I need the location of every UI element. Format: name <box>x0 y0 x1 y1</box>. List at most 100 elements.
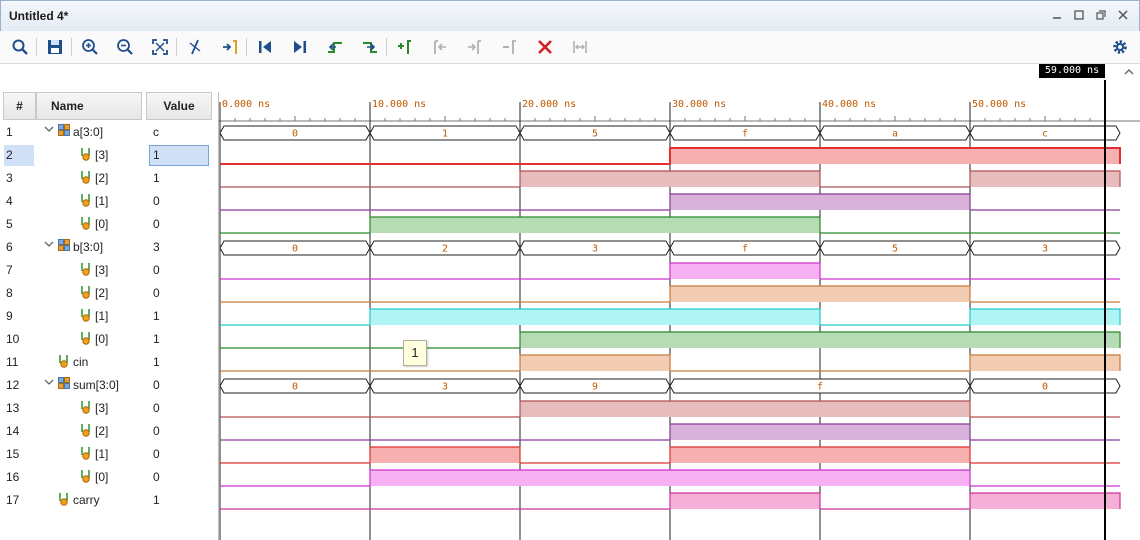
row-number: 5 <box>6 217 13 231</box>
signal-row[interactable]: 8 [2] 0 <box>0 282 218 305</box>
signal-row[interactable]: 5 [0] 0 <box>0 213 218 236</box>
signal-icon <box>80 308 92 325</box>
close-icon[interactable] <box>1115 7 1131 23</box>
cursor-time-label[interactable]: 59.000 ns <box>1039 64 1105 78</box>
signal-row[interactable]: 14 [2] 0 <box>0 420 218 443</box>
row-number: 16 <box>6 470 20 484</box>
go-to-start-icon[interactable] <box>254 36 276 58</box>
signal-high-fill <box>970 171 1120 187</box>
zoom-fit-icon[interactable] <box>149 36 171 58</box>
bus-value-label: 3 <box>442 382 448 393</box>
timeline-tick-label: 0.000 ns <box>222 99 270 110</box>
signal-name: [3] <box>95 401 109 415</box>
signal-high-fill <box>670 194 970 210</box>
signal-name: [2] <box>95 286 109 300</box>
row-number: 12 <box>6 378 20 392</box>
next-transition-icon[interactable] <box>359 36 381 58</box>
signal-row[interactable]: 16 [0] 0 <box>0 466 218 489</box>
value-tooltip: 1 <box>403 340 427 366</box>
bus-value-label: 0 <box>292 244 298 255</box>
chevron-down-icon[interactable] <box>44 239 54 252</box>
previous-transition-icon[interactable] <box>324 36 346 58</box>
signal-row[interactable]: 6 b[3:0] 3 <box>0 236 218 259</box>
go-to-cursor-icon[interactable] <box>184 36 206 58</box>
signal-name: [3] <box>95 148 109 162</box>
settings-icon[interactable] <box>1109 36 1131 58</box>
signal-name: [2] <box>95 171 109 185</box>
zoom-out-icon[interactable] <box>114 36 136 58</box>
waveform-view[interactable]: 0.000 ns 10.000 ns 20.000 ns 30.000 ns 40.00… <box>219 62 1140 540</box>
bus-value-label: 9 <box>592 382 598 393</box>
signal-value: 1 <box>153 309 160 323</box>
timeline-tick-label: 50.000 ns <box>972 99 1026 110</box>
signal-icon <box>80 262 92 279</box>
signal-row[interactable]: 13 [3] 0 <box>0 397 218 420</box>
go-to-end-icon[interactable] <box>289 36 311 58</box>
delete-icon[interactable] <box>534 36 556 58</box>
signal-row[interactable]: 11 cin 1 <box>0 351 218 374</box>
column-header-num[interactable]: # <box>3 92 36 120</box>
signal-high-fill <box>520 401 970 417</box>
signal-high-fill <box>670 447 970 463</box>
row-number: 15 <box>6 447 20 461</box>
signal-waveform <box>220 423 1120 441</box>
add-marker-icon[interactable] <box>394 36 416 58</box>
signal-name: [1] <box>95 309 109 323</box>
signal-row[interactable]: 17 carry 1 <box>0 489 218 512</box>
chevron-down-icon[interactable] <box>44 377 54 390</box>
signal-value: 0 <box>153 447 160 461</box>
signal-waveform <box>220 285 1120 303</box>
signal-row[interactable]: 7 [3] 0 <box>0 259 218 282</box>
signal-icon <box>80 147 92 164</box>
toolbar-separator <box>36 38 37 56</box>
toolbar-separator <box>246 38 247 56</box>
remove-marker-icon[interactable] <box>499 36 521 58</box>
cursor-marker-icon[interactable] <box>219 36 241 58</box>
column-header-name[interactable]: Name <box>36 92 142 120</box>
maximize-icon[interactable] <box>1071 7 1087 23</box>
bus-value-label: a <box>892 129 898 140</box>
bus-value-label: f <box>817 382 823 393</box>
save-icon[interactable] <box>44 36 66 58</box>
restore-icon[interactable] <box>1093 7 1109 23</box>
signal-waveform <box>220 193 1120 211</box>
bus-value-label: 0 <box>1042 382 1048 393</box>
signal-value: c <box>153 125 159 139</box>
signal-high-fill <box>370 217 820 233</box>
signal-row[interactable]: 3 [2] 1 <box>0 167 218 190</box>
signal-row[interactable]: 9 [1] 1 <box>0 305 218 328</box>
signal-name: carry <box>73 493 100 507</box>
toolbar-separator <box>176 38 177 56</box>
swap-cursors-icon[interactable] <box>569 36 591 58</box>
signal-name: [2] <box>95 424 109 438</box>
row-number: 11 <box>6 355 19 369</box>
signal-name: [1] <box>95 194 109 208</box>
signal-row[interactable]: 2 [3] 1 <box>0 144 218 167</box>
bus-value-label: 1 <box>442 129 448 140</box>
signal-row[interactable]: 15 [1] 0 <box>0 443 218 466</box>
toolbar <box>0 31 1140 64</box>
signal-row[interactable]: 12 sum[3:0] 0 <box>0 374 218 397</box>
minimize-icon[interactable] <box>1049 7 1065 23</box>
search-icon[interactable] <box>9 36 31 58</box>
bus-value-label: 5 <box>592 129 598 140</box>
signal-high-fill <box>970 355 1120 371</box>
previous-marker-icon[interactable] <box>429 36 451 58</box>
signal-high-fill <box>970 309 1120 325</box>
bus-icon <box>58 377 70 392</box>
zoom-in-icon[interactable] <box>79 36 101 58</box>
bus-value-label: c <box>1042 129 1048 140</box>
signal-high-fill <box>520 171 820 187</box>
signal-row[interactable]: 4 [1] 0 <box>0 190 218 213</box>
signal-high-fill <box>670 263 820 279</box>
signal-value: 0 <box>153 401 160 415</box>
next-marker-icon[interactable] <box>464 36 486 58</box>
signal-row[interactable]: 1 a[3:0] c <box>0 121 218 144</box>
signal-value: 0 <box>153 263 160 277</box>
column-header-value[interactable]: Value <box>146 92 212 120</box>
bus-icon <box>58 124 70 139</box>
signal-icon <box>80 446 92 463</box>
signal-name: [3] <box>95 263 109 277</box>
signal-row[interactable]: 10 [0] 1 <box>0 328 218 351</box>
chevron-down-icon[interactable] <box>44 124 54 137</box>
